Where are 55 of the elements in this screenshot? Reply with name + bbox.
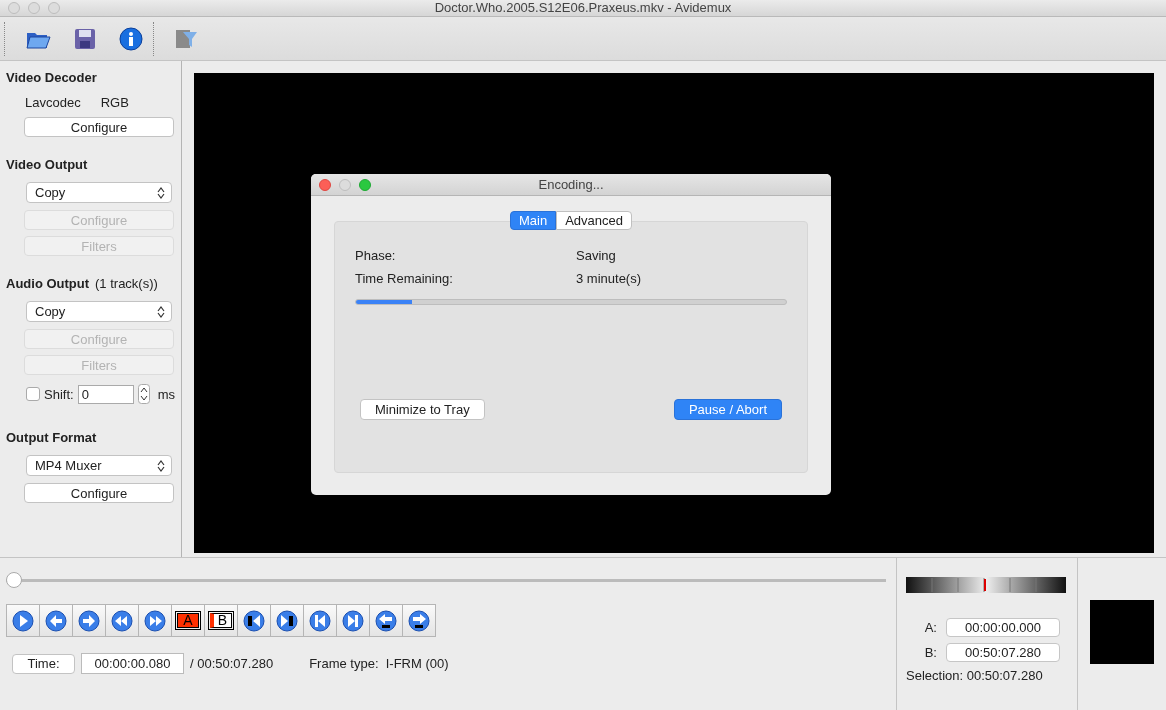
rewind-icon [110,608,134,633]
transport-button[interactable] [270,604,304,637]
section-heading: Audio Output [6,276,90,291]
field-label: Time Remaining: [355,271,454,286]
checkbox[interactable] [26,387,40,401]
tab[interactable]: Main [510,211,557,230]
dropdown[interactable]: Copy [26,301,172,322]
marker-label: A: [924,620,937,635]
skip-to-start-icon [308,608,332,633]
jog-shuttle-drawing[interactable] [906,577,1066,593]
marker-label: B: [924,645,937,660]
window-title: Doctor.Who.2005.S12E06.Praxeus.mkv - Avidemux [434,0,732,16]
section-heading: Output Format [6,430,97,445]
marker-time-field[interactable]: 00:50:07.280 [946,643,1060,662]
field-value: 3 minute(s) [576,271,642,286]
section-heading: Video Decoder [6,70,97,85]
window-control[interactable] [319,178,331,191]
preview-thumbnail [1090,600,1154,664]
sidebar-button[interactable]: Configure [24,483,174,503]
tab[interactable]: Advanced [556,211,632,230]
transport-button[interactable]: A [171,604,205,637]
fast-forward-icon [143,608,167,633]
play-icon [11,608,35,633]
field-value: Saving [576,248,616,263]
track-count: (1 track(s)) [95,276,158,291]
transport-button[interactable] [402,604,436,637]
dropdown[interactable]: Copy [26,182,172,203]
selection-duration: Selection: 00:50:07.280 [906,668,1044,683]
dropdown[interactable]: MP4 Muxer [26,455,172,476]
decoder-info: RGB [100,95,129,110]
dialog-button[interactable]: Pause / Abort [673,399,782,420]
updown-caret-icon [157,305,165,318]
section-heading: Video Output [6,157,88,172]
shift-label: Shift: [44,386,74,402]
frame-type-label: Frame type: I-FRM (00) [309,656,449,671]
time-button[interactable]: Time: [12,653,75,674]
spinner-arrows-icon[interactable] [137,384,150,404]
dialog-title: Encoding... [538,176,604,193]
transport-button[interactable]: B [204,604,238,637]
skip-to-end-icon [341,608,365,633]
slider-thumb[interactable] [6,572,22,588]
shift-field[interactable]: 0 [77,384,134,404]
field-label: Phase: [355,248,397,263]
transport-button[interactable] [369,604,403,637]
transport-button[interactable] [237,604,271,637]
dialog-button[interactable]: Minimize to Tray [360,399,485,420]
updown-caret-icon [157,459,165,472]
info-icon[interactable] [119,26,143,51]
duration-label: / 00:50:07.280 [190,656,274,671]
decoder-info: Lavcodec [25,95,81,110]
marker-time-field[interactable]: 00:00:00.000 [946,618,1060,637]
updown-caret-icon [157,186,165,199]
time-field[interactable]: 00:00:00.080 [81,653,184,674]
sidebar-button[interactable]: Configure [24,117,174,137]
unit-label: ms [157,386,175,402]
